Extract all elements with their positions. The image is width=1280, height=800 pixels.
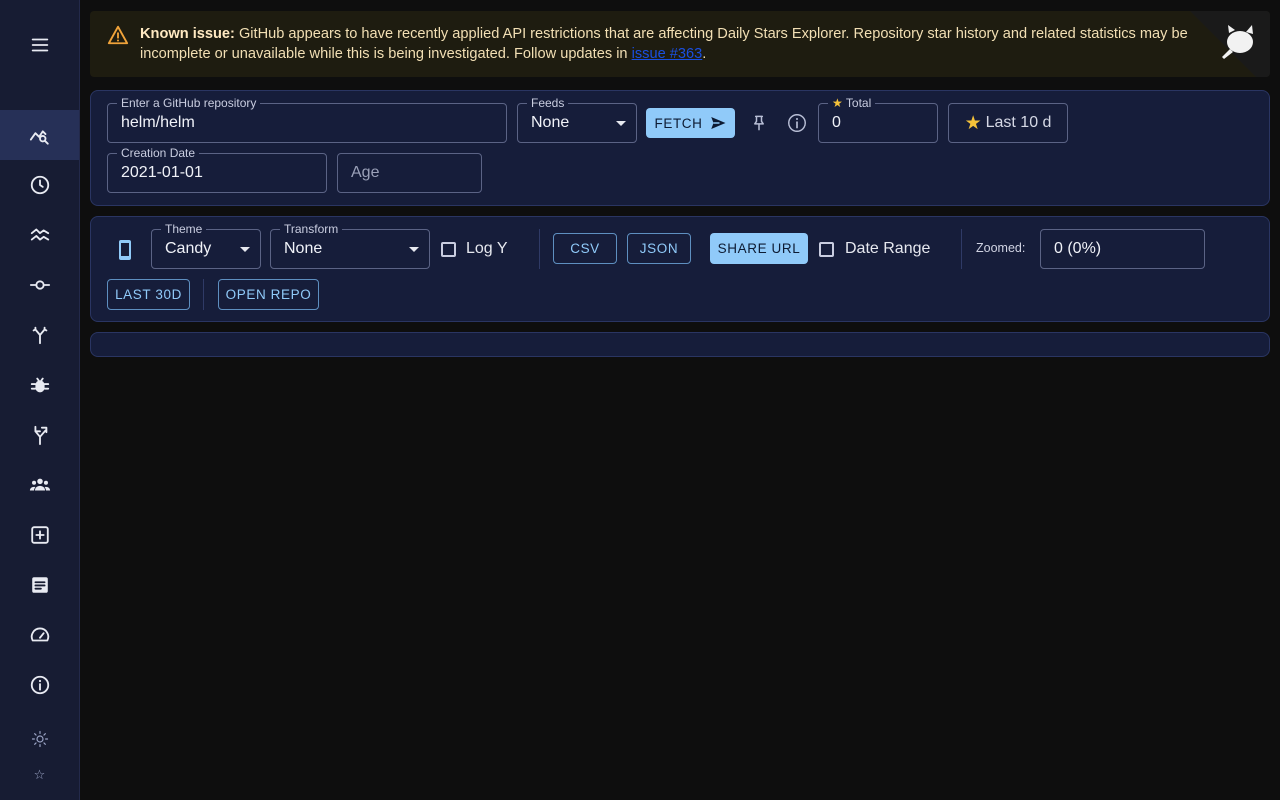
log-y-checkbox[interactable] <box>441 242 456 257</box>
fetch-label: FETCH <box>654 115 703 131</box>
chevron-down-icon <box>616 121 626 126</box>
transform-value: None <box>284 240 323 257</box>
sidebar-item-about[interactable] <box>0 660 79 710</box>
controls-panel: Theme Candy Transform None Log Y CSV JSO… <box>90 216 1270 322</box>
theme-select[interactable]: Theme Candy <box>151 222 261 269</box>
speedometer-icon <box>30 627 49 642</box>
total-label-text: Total <box>845 96 872 110</box>
date-range-checkbox[interactable] <box>819 242 834 257</box>
divider <box>203 279 204 310</box>
transform-select[interactable]: Transform None <box>270 222 430 269</box>
sidebar-item-history[interactable] <box>0 160 79 210</box>
date-range-label: Date Range <box>845 240 931 257</box>
add-box-icon <box>30 526 49 544</box>
repo-input-value: helm/helm <box>121 114 195 131</box>
creation-date-value: 2021-01-01 <box>121 164 203 181</box>
feeds-select[interactable]: Feeds None <box>517 96 637 143</box>
divider <box>961 229 962 269</box>
age-placeholder: Age <box>351 164 380 181</box>
repo-panel: Enter a GitHub repository helm/helm Feed… <box>90 90 1270 206</box>
sun-icon <box>31 730 48 748</box>
sidebar-item-add[interactable] <box>0 510 79 560</box>
zoomed-value: 0 (0%) <box>1054 240 1102 257</box>
menu-button[interactable] <box>0 20 79 70</box>
chevron-down-icon <box>240 247 250 252</box>
total-stars-field[interactable]: ★ Total 0 <box>818 96 938 143</box>
send-icon <box>710 117 725 129</box>
zoomed-field[interactable]: 0 (0%) <box>1040 229 1205 269</box>
warning-icon <box>107 25 129 45</box>
sidebar-item-pull-requests[interactable] <box>0 310 79 360</box>
total-value: 0 <box>832 114 841 131</box>
csv-button[interactable]: CSV <box>553 233 617 264</box>
chevron-down-icon <box>409 247 419 252</box>
star-emoji-icon: ★ <box>964 112 982 134</box>
sidebar-item-commits[interactable] <box>0 260 79 310</box>
commit-icon <box>29 280 50 290</box>
sidebar-item-releases[interactable] <box>0 560 79 610</box>
creation-date-field[interactable]: Creation Date 2021-01-01 <box>107 146 327 193</box>
chart-panel <box>90 332 1270 357</box>
people-icon <box>29 478 50 491</box>
bug-icon <box>30 377 49 393</box>
sidebar-item-compare[interactable] <box>0 210 79 260</box>
log-y-label: Log Y <box>466 240 508 257</box>
menu-icon <box>31 38 48 52</box>
open-repo-button[interactable]: OPEN REPO <box>218 279 319 310</box>
feeds-value: None <box>531 114 570 131</box>
info-icon <box>30 675 49 695</box>
alert-message: Known issue: GitHub appears to have rece… <box>140 24 1260 64</box>
sidebar: ☆ <box>0 0 80 800</box>
theme-value: Candy <box>165 240 212 257</box>
issue-link[interactable]: issue #363 <box>632 46 703 62</box>
sidebar-item-rate-limit[interactable] <box>0 610 79 660</box>
pin-icon[interactable] <box>749 113 769 133</box>
clock-icon <box>30 175 49 195</box>
chart-search-icon <box>29 130 49 145</box>
article-icon <box>31 577 48 593</box>
share-url-button[interactable]: SHARE URL <box>710 233 808 264</box>
alert-end: . <box>702 46 707 62</box>
alert-title: Known issue: <box>140 26 235 42</box>
known-issue-alert: Known issue: GitHub appears to have rece… <box>90 11 1270 77</box>
zoomed-label: Zoomed: <box>976 241 1026 255</box>
last-30d-button[interactable]: LAST 30D <box>107 279 190 310</box>
sidebar-item-forks[interactable] <box>0 410 79 460</box>
divider <box>539 229 540 269</box>
sidebar-item-stars-chart[interactable] <box>0 110 79 160</box>
last-10-days-button[interactable]: ★ Last 10 d <box>948 103 1068 143</box>
age-field[interactable]: Age <box>337 153 482 193</box>
repo-input[interactable]: Enter a GitHub repository helm/helm <box>107 96 507 143</box>
json-button[interactable]: JSON <box>627 233 691 264</box>
fork-icon <box>34 425 47 446</box>
github-star-link[interactable]: ☆ <box>0 750 79 800</box>
github-corner[interactable] <box>1190 11 1270 77</box>
sidebar-item-issues[interactable] <box>0 360 79 410</box>
fetch-button[interactable]: FETCH <box>646 108 735 138</box>
sidebar-item-contributors[interactable] <box>0 460 79 510</box>
phone-icon[interactable] <box>113 237 137 263</box>
last-10-days-label: Last 10 d <box>985 114 1052 131</box>
wave-chart-icon <box>30 228 49 241</box>
merge-icon <box>32 326 47 345</box>
star-icon: ☆ <box>33 767 46 782</box>
info-circle-icon[interactable] <box>786 112 808 134</box>
